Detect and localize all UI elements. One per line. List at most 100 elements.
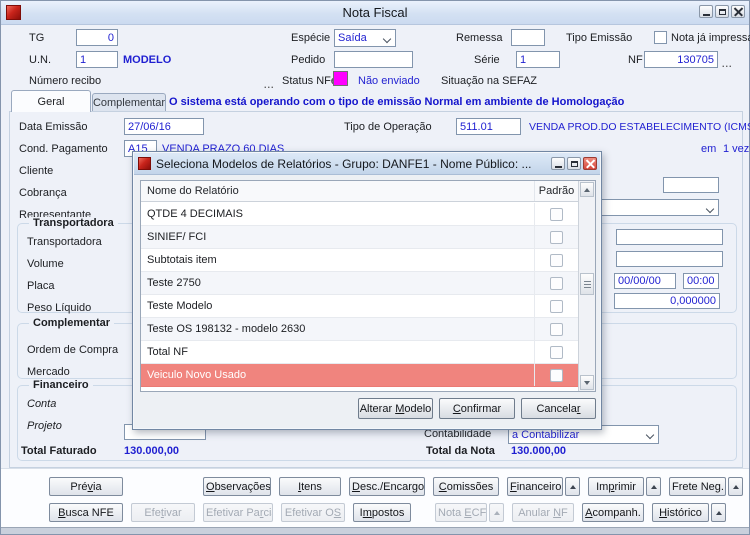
numero-recibo-label: Número recibo (29, 75, 102, 87)
peso-liquido-field[interactable]: 0,000000 (614, 293, 720, 309)
remessa-field[interactable] (511, 29, 545, 46)
tipo-operacao-field[interactable]: 511.01 (456, 118, 521, 135)
parcela-vez-label: 1 vez (723, 143, 750, 155)
report-row[interactable]: Teste Modelo (141, 295, 578, 318)
action-comiss-es-button[interactable]: Comissões (433, 477, 499, 496)
action-impostos-button[interactable]: Impostos (353, 503, 411, 522)
nf-lookup-button[interactable]: ... (722, 59, 733, 69)
dialog-minimize-button[interactable] (551, 157, 565, 170)
dialog-alterar-modelo-button[interactable]: Alterar Modelo (358, 398, 433, 419)
arrow-up-icon (650, 484, 657, 489)
dialog-close-button[interactable] (583, 157, 597, 170)
un-field[interactable]: 1 (76, 51, 118, 68)
action-frete-neg-arrow-button[interactable] (728, 477, 743, 496)
mercado-label: Mercado (27, 366, 70, 378)
scroll-thumb[interactable] (580, 273, 594, 295)
action-row-1: Prévia Observações Itens Desc./Encargos Comi… (49, 477, 750, 496)
action-desc-encargos-button[interactable]: Desc./Encargos (349, 477, 425, 496)
arrow-up-icon (493, 510, 500, 515)
seleciona-modelos-dialog: Seleciona Modelos de Relatórios - Grupo:… (132, 151, 602, 430)
action-financeiro-button[interactable]: Financeiro (507, 477, 563, 496)
report-row[interactable]: Teste 2750 (141, 272, 578, 295)
padrao-checkbox[interactable] (550, 345, 563, 359)
padrao-checkbox[interactable] (550, 207, 563, 221)
arrow-up-icon (732, 484, 739, 489)
chevron-down-icon (382, 34, 392, 44)
action-nota-ecf-arrow-button (489, 503, 504, 522)
report-row[interactable]: Teste OS 198132 - modelo 2630 (141, 318, 578, 341)
data-emissao-label: Data Emissão (19, 121, 88, 133)
pedido-field[interactable] (334, 51, 413, 68)
dialog-confirmar-button[interactable]: Confirmar (439, 398, 515, 419)
minimize-icon (554, 165, 562, 168)
report-name: Subtotais item (147, 254, 217, 266)
report-name: Veiculo Novo Usado (147, 369, 247, 381)
nota-impressa-label: Nota já impressa (671, 32, 750, 44)
report-name: Teste Modelo (147, 300, 213, 312)
padrao-checkbox[interactable] (550, 368, 563, 382)
scroll-up-button[interactable] (580, 182, 594, 197)
action-frete-neg-button[interactable]: Frete Neg. (669, 477, 726, 496)
minimize-button[interactable] (699, 5, 713, 18)
cliente-label: Cliente (19, 165, 54, 177)
cliente-extra-field[interactable] (663, 177, 719, 193)
status-lookup-button[interactable]: ... (264, 80, 275, 90)
action-observa-es-button[interactable]: Observações (203, 477, 271, 496)
action-efetivar-parcial-button: Efetivar Parcial (203, 503, 273, 522)
padrao-checkbox[interactable] (550, 322, 563, 336)
report-row[interactable]: Subtotais item (141, 249, 578, 272)
report-row[interactable]: SINIEF/ FCI (141, 226, 578, 249)
un-desc: MODELO (123, 54, 172, 66)
transporte-time-field[interactable]: 00:00 (683, 273, 719, 289)
padrao-checkbox[interactable] (550, 230, 563, 244)
action-pr-via-button[interactable]: Prévia (49, 477, 123, 496)
dialog-cancelar-button[interactable]: Cancelar (521, 398, 596, 419)
report-name: SINIEF/ FCI (147, 231, 207, 243)
scroll-down-button[interactable] (580, 375, 594, 390)
report-row[interactable]: Veiculo Novo Usado (141, 364, 578, 387)
especie-select[interactable]: Saída (334, 29, 396, 47)
action-hist-rico-button[interactable]: Histórico (652, 503, 709, 522)
dialog-maximize-button[interactable] (567, 157, 581, 170)
col-padrao-header[interactable]: Padrão (534, 181, 578, 201)
maximize-icon (570, 160, 578, 167)
report-row[interactable]: QTDE 4 DECIMAIS (141, 203, 578, 226)
padrao-checkbox[interactable] (550, 276, 563, 290)
tab-geral[interactable]: Geral (11, 90, 91, 112)
col-nome-header[interactable]: Nome do Relatório (141, 185, 534, 197)
action-imprimir-arrow-button[interactable] (646, 477, 661, 496)
total-nota-value: 130.000,00 (511, 445, 567, 457)
transporte-date-field[interactable]: 00/00/00 (614, 273, 676, 289)
data-emissao-field[interactable]: 27/06/16 (124, 118, 204, 135)
action-hist-rico-arrow-button[interactable] (711, 503, 726, 522)
table-scrollbar[interactable] (578, 181, 595, 391)
financeiro-group-title: Financeiro (29, 379, 93, 391)
arrow-up-icon (569, 484, 576, 489)
tg-field[interactable]: 0 (76, 29, 118, 46)
action-financeiro-arrow-button[interactable] (565, 477, 580, 496)
dialog-app-icon (138, 157, 151, 170)
action-acompanh-button[interactable]: Acompanh. (582, 503, 644, 522)
action-itens-button[interactable]: Itens (279, 477, 341, 496)
padrao-checkbox[interactable] (550, 299, 563, 313)
action-imprimir-button[interactable]: Imprimir (588, 477, 644, 496)
tab-complementar[interactable]: Complementar (92, 93, 166, 112)
status-nfe-label: Status NFe (282, 75, 338, 87)
padrao-checkbox[interactable] (550, 253, 563, 267)
grip-icon (583, 280, 591, 288)
action-bar: Prévia Observações Itens Desc./Encargos Comi… (1, 468, 749, 528)
window-frame-bottom (1, 527, 749, 534)
serie-field[interactable]: 1 (516, 51, 560, 68)
peso-liquido-label: Peso Líquido (27, 302, 92, 314)
close-button[interactable] (731, 5, 745, 18)
complementar-group-title: Complementar (29, 317, 115, 329)
nf-field[interactable]: 130705 (644, 51, 718, 68)
action-busca-nfe-button[interactable]: Busca NFE (49, 503, 123, 522)
transporte-field-2[interactable] (616, 251, 723, 267)
report-table: Nome do Relatório Padrão QTDE 4 DECIMAIS… (140, 180, 596, 392)
maximize-button[interactable] (715, 5, 729, 18)
report-row[interactable]: Total NF (141, 341, 578, 364)
nota-impressa-checkbox[interactable] (654, 31, 667, 44)
transporte-field-1[interactable] (616, 229, 723, 245)
parcela-em-label: em (701, 143, 717, 155)
